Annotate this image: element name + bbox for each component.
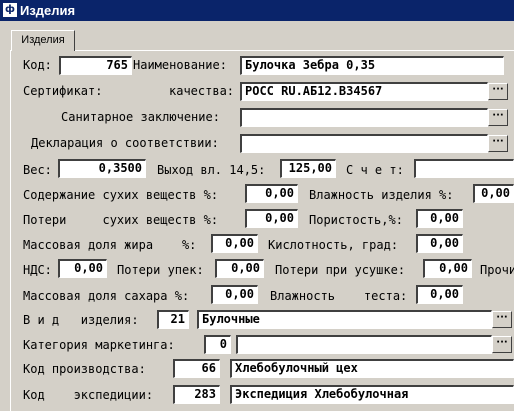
- kind-lookup-button[interactable]: ···: [492, 311, 512, 328]
- dry-content-label: Содержание сухих веществ %:: [23, 188, 219, 202]
- vat-label: НДС:: [23, 263, 52, 277]
- porosity-field[interactable]: 0,00: [416, 209, 463, 228]
- weight-field[interactable]: 0,3500: [58, 159, 146, 178]
- other-label: Прочи: [480, 263, 514, 277]
- humidity-field[interactable]: 0,00: [473, 184, 514, 203]
- name-label: Наименование:: [133, 58, 227, 72]
- production-code-field[interactable]: 66: [173, 359, 220, 378]
- yield-field[interactable]: 125,00: [280, 159, 336, 178]
- certificate-field[interactable]: РОСС RU.АБ12.В34567: [240, 82, 488, 101]
- bake-loss-field[interactable]: 0,00: [215, 259, 264, 278]
- title-bar: ф Изделия: [0, 0, 514, 21]
- expedition-name-field[interactable]: Экспедиция Хлебобулочная: [230, 385, 514, 404]
- form-panel: [10, 50, 514, 411]
- account-label: С ч е т:: [346, 163, 404, 177]
- sanitary-field[interactable]: [240, 108, 488, 127]
- shrink-loss-field[interactable]: 0,00: [423, 259, 472, 278]
- expedition-label: Код экспедиции:: [23, 388, 154, 402]
- acidity-field[interactable]: 0,00: [416, 234, 463, 253]
- window-title: Изделия: [20, 3, 76, 18]
- humidity-label: Влажность изделия %:: [309, 188, 454, 202]
- app-icon[interactable]: ф: [3, 3, 17, 17]
- declaration-label: Декларация о соответствии:: [31, 136, 219, 150]
- sugar-field[interactable]: 0,00: [211, 285, 258, 304]
- bake-loss-label: Потери упек:: [117, 263, 204, 277]
- dry-content-field[interactable]: 0,00: [245, 184, 298, 203]
- fat-field[interactable]: 0,00: [211, 234, 258, 253]
- dough-humidity-field[interactable]: 0,00: [416, 285, 463, 304]
- production-label: Код производства:: [23, 362, 146, 376]
- acidity-label: Кислотность, град:: [268, 238, 399, 252]
- production-name-field[interactable]: Хлебобулочный цех: [230, 359, 514, 378]
- account-field[interactable]: [414, 159, 514, 178]
- weight-label: Вес:: [23, 163, 52, 177]
- declaration-field[interactable]: [240, 134, 488, 153]
- kind-name-field[interactable]: Булочные: [197, 310, 492, 329]
- code-label: Код:: [23, 58, 52, 72]
- marketing-code-field[interactable]: 0: [204, 335, 231, 354]
- dry-loss-field[interactable]: 0,00: [245, 209, 298, 228]
- dough-humidity-label: Влажность теста:: [270, 289, 408, 303]
- vat-field[interactable]: 0,00: [58, 259, 107, 278]
- tab-products[interactable]: Изделия: [11, 30, 75, 51]
- dry-loss-label: Потери сухих веществ %:: [23, 213, 219, 227]
- sugar-label: Массовая доля сахара %:: [23, 289, 190, 303]
- sanitary-lookup-button[interactable]: ···: [488, 109, 508, 126]
- marketing-name-field[interactable]: [236, 335, 492, 354]
- porosity-label: Пористость,%:: [309, 213, 403, 227]
- declaration-lookup-button[interactable]: ···: [488, 135, 508, 152]
- certificate-lookup-button[interactable]: ···: [488, 83, 508, 100]
- sanitary-label: Санитарное заключение:: [61, 110, 220, 124]
- kind-code-field[interactable]: 21: [157, 310, 189, 329]
- code-field[interactable]: 765: [59, 56, 132, 75]
- fat-label: Массовая доля жира %:: [23, 238, 197, 252]
- marketing-label: Категория маркетинга:: [23, 338, 175, 352]
- yield-label: Выход вл. 14,5:: [157, 163, 266, 177]
- name-field[interactable]: Булочка Зебра 0,35: [240, 56, 504, 75]
- marketing-lookup-button[interactable]: ···: [492, 336, 512, 353]
- shrink-loss-label: Потери при усушке:: [275, 263, 406, 277]
- kind-label: В и д изделия:: [23, 313, 139, 327]
- certificate-quality-label: качества:: [169, 84, 235, 98]
- expedition-code-field[interactable]: 283: [173, 385, 220, 404]
- certificate-label: Сертификат:: [23, 84, 103, 98]
